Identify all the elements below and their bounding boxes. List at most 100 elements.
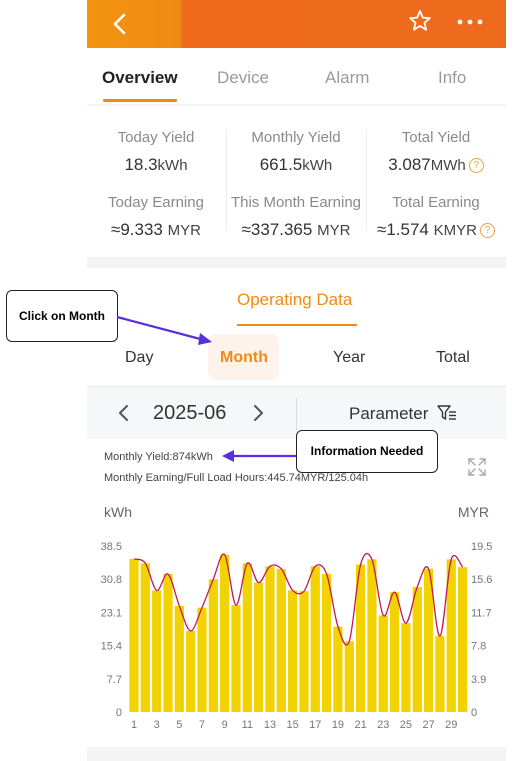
chart-bar[interactable] xyxy=(208,579,218,712)
tab-overview[interactable]: Overview xyxy=(102,68,178,88)
x-tick-label: 17 xyxy=(309,719,321,731)
section-separator xyxy=(87,747,506,761)
chart-bar[interactable] xyxy=(220,554,230,712)
x-tick-label: 3 xyxy=(154,719,160,731)
chart-bar[interactable] xyxy=(344,641,354,712)
period-day[interactable]: Day xyxy=(125,349,153,367)
right-axis-label: MYR xyxy=(458,504,489,520)
today-yield-value: 18.3 xyxy=(124,155,158,174)
chart-bar[interactable] xyxy=(140,563,150,712)
period-month[interactable]: Month xyxy=(220,349,268,367)
y-tick-left: 0 xyxy=(116,707,122,719)
y-tick-right: 15.6 xyxy=(471,574,492,586)
period-year[interactable]: Year xyxy=(333,349,365,367)
chart-bar[interactable] xyxy=(288,590,298,712)
date-label[interactable]: 2025-06 xyxy=(153,402,226,425)
x-tick-label: 13 xyxy=(264,719,276,731)
more-dots-icon[interactable] xyxy=(455,10,485,34)
x-tick-label: 15 xyxy=(286,719,298,731)
star-icon[interactable] xyxy=(407,8,433,34)
y-tick-right: 19.5 xyxy=(471,541,492,553)
chevron-right-icon[interactable] xyxy=(250,403,266,423)
information-needed-callout: Information Needed xyxy=(296,430,438,473)
month-earning-unit: MYR xyxy=(317,222,351,239)
help-icon[interactable]: ? xyxy=(468,158,484,173)
monthly-yield-label: Monthly Yield xyxy=(251,129,341,146)
chart-bar[interactable] xyxy=(435,636,445,712)
total-yield-value: 3.087 xyxy=(388,155,431,174)
chart-bar[interactable] xyxy=(412,586,422,712)
x-tick-label: 23 xyxy=(377,719,389,731)
today-yield-unit: kWh xyxy=(157,157,188,174)
period-total[interactable]: Total xyxy=(436,349,470,367)
chevron-left-icon[interactable] xyxy=(105,9,135,39)
x-tick-label: 9 xyxy=(222,719,228,731)
x-tick-label: 29 xyxy=(445,719,457,731)
y-tick-right: 3.9 xyxy=(471,674,486,686)
operating-data-header: Operating Data xyxy=(87,268,506,326)
fullscreen-icon[interactable] xyxy=(467,457,487,477)
y-tick-left: 30.8 xyxy=(101,574,122,586)
chart-bar[interactable] xyxy=(310,566,320,712)
app-screen: Overview Device Alarm Info Today Yield 1… xyxy=(87,0,506,761)
y-tick-left: 38.5 xyxy=(101,541,122,553)
x-tick-label: 27 xyxy=(422,719,434,731)
x-tick-label: 5 xyxy=(176,719,182,731)
stats-divider xyxy=(366,130,367,230)
chart-bar[interactable] xyxy=(333,626,343,712)
y-tick-left: 7.7 xyxy=(107,674,122,686)
month-earning-label: This Month Earning xyxy=(230,194,362,211)
left-axis-label: kWh xyxy=(104,504,132,520)
tab-info[interactable]: Info xyxy=(438,68,466,88)
help-icon[interactable]: ? xyxy=(479,223,495,238)
chevron-left-icon[interactable] xyxy=(116,403,132,423)
chart-bar[interactable] xyxy=(186,630,196,712)
chart-bar[interactable] xyxy=(129,558,139,712)
total-earning: Total Earning ≈1.574 KMYR? xyxy=(366,194,506,240)
chart-bar[interactable] xyxy=(401,623,411,712)
chart-bar[interactable] xyxy=(242,563,252,712)
today-yield-label: Today Yield xyxy=(117,129,195,146)
chart-bar[interactable] xyxy=(299,591,309,712)
x-tick-label: 21 xyxy=(354,719,366,731)
today-earning-label: Today Earning xyxy=(108,194,204,211)
today-earning-unit: MYR xyxy=(167,222,201,239)
chart-bar[interactable] xyxy=(322,574,332,712)
filter-icon[interactable] xyxy=(437,403,457,423)
click-on-month-callout: Click on Month xyxy=(6,290,118,342)
chart-bar[interactable] xyxy=(378,615,388,712)
operating-data-underline xyxy=(237,324,357,326)
chart-bar[interactable] xyxy=(367,559,377,712)
chart-bar[interactable] xyxy=(163,574,173,712)
chart-bar[interactable] xyxy=(231,605,241,712)
tab-alarm[interactable]: Alarm xyxy=(325,68,369,88)
monthly-earning-text: Monthly Earning/Full Load Hours:445.74MY… xyxy=(104,472,369,484)
active-tab-indicator xyxy=(103,99,177,102)
today-earning-value: ≈9.333 xyxy=(111,220,163,239)
date-bar-divider xyxy=(296,398,297,430)
chart-bar[interactable] xyxy=(152,590,162,712)
chart-bar[interactable] xyxy=(389,592,400,712)
chart-bar[interactable] xyxy=(197,607,207,712)
operating-data-title[interactable]: Operating Data xyxy=(237,290,352,310)
y-tick-left: 15.4 xyxy=(101,641,122,653)
yield-chart: kWh MYR 0 7.7 15.4 23.1 30.8 38.5 0 3.9 7.8 11.7 1… xyxy=(101,504,493,731)
chart-bar[interactable] xyxy=(276,568,286,712)
x-tick-label: 1 xyxy=(131,719,137,731)
section-separator xyxy=(87,257,506,268)
x-tick-label: 7 xyxy=(199,719,205,731)
total-earning-unit: KMYR xyxy=(433,222,477,239)
header-bar xyxy=(87,0,506,48)
chart-bar[interactable] xyxy=(254,582,264,712)
chart-bar[interactable] xyxy=(265,566,275,712)
chart-bar[interactable] xyxy=(174,605,184,712)
today-earning: Today Earning ≈9.333 MYR xyxy=(87,194,226,240)
y-tick-right: 11.7 xyxy=(471,607,492,619)
y-tick-right: 0 xyxy=(471,707,477,719)
monthly-yield-text: Monthly Yield:874kWh xyxy=(104,451,213,463)
parameter-button[interactable]: Parameter xyxy=(349,404,428,424)
today-yield: Today Yield 18.3kWh xyxy=(87,129,226,175)
tab-device[interactable]: Device xyxy=(217,68,269,88)
y-tick-right: 7.8 xyxy=(471,641,486,653)
chart-bar[interactable] xyxy=(457,567,468,712)
